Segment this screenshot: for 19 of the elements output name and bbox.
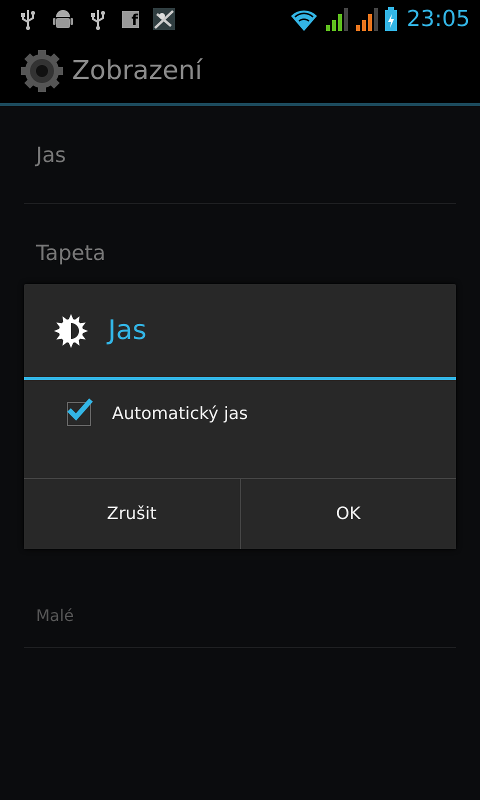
app-icon <box>153 8 175 30</box>
dialog-button[interactable]: OK <box>240 479 456 549</box>
signal-icon <box>324 6 349 32</box>
android-icon <box>52 8 74 30</box>
signal-icon <box>354 6 379 32</box>
dialog-button[interactable]: Zrušit <box>24 479 240 549</box>
clock: 23:05 <box>406 6 470 32</box>
dialog-title: Jas <box>108 315 147 346</box>
checked-checkbox[interactable] <box>66 396 94 426</box>
usb-icon <box>18 8 38 30</box>
gear-icon <box>20 48 64 92</box>
usb-icon <box>88 8 108 30</box>
checkbox-label: Automatický jas <box>112 404 248 424</box>
setting-title: Tapeta <box>36 240 106 264</box>
brightness-icon <box>54 314 88 348</box>
setting-summary: Malé <box>36 606 74 625</box>
screen-title: Zobrazení <box>72 56 202 86</box>
setting-title: Jas <box>36 142 66 166</box>
facebook-icon: f <box>122 10 139 28</box>
